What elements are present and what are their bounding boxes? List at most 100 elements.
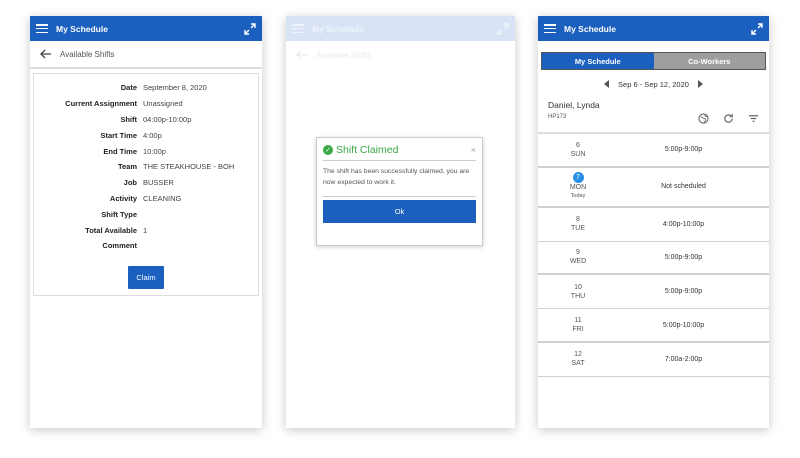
close-icon[interactable]: × <box>471 145 476 155</box>
ok-button[interactable]: Ok <box>323 200 476 223</box>
detail-row: Total Available 1 <box>34 222 258 238</box>
app-title: My Schedule <box>312 23 364 34</box>
globe-icon[interactable] <box>698 112 709 124</box>
day-number: 11 <box>574 317 582 325</box>
employee-header: Daniel, Lynda HP173 <box>538 98 769 134</box>
detail-label: Activity <box>109 193 137 203</box>
day-number: 10 <box>574 283 582 291</box>
app-bar: My Schedule <box>538 16 769 41</box>
menu-icon[interactable] <box>544 24 556 33</box>
detail-row: Start Time 4:00p <box>34 127 258 143</box>
detail-label: Job <box>123 178 137 188</box>
app-bar: My Schedule <box>286 16 515 41</box>
detail-value: THE STEAKHOUSE - BOH <box>143 162 235 172</box>
detail-row: End Time 10:00p <box>34 143 258 159</box>
tab-co-workers[interactable]: Co-Workers <box>653 53 765 69</box>
detail-row: Job BUSSER <box>34 175 258 191</box>
day-name: SUN <box>570 150 586 158</box>
expand-icon <box>497 22 509 35</box>
expand-icon[interactable] <box>751 22 763 35</box>
detail-row: Shift Type <box>34 206 258 222</box>
back-arrow-icon[interactable] <box>40 49 52 59</box>
day-number: 6 <box>576 141 580 149</box>
detail-label: Date <box>120 83 137 93</box>
detail-row: Date September 8, 2020 <box>34 80 258 96</box>
detail-value: 4:00p <box>143 130 162 140</box>
detail-row: Shift 04:00p-10:00p <box>34 112 258 128</box>
tab-my-schedule[interactable]: My Schedule <box>542 53 654 69</box>
day-name: FRI <box>572 326 584 334</box>
refresh-icon[interactable] <box>723 113 734 124</box>
detail-label: Comment <box>102 241 137 251</box>
available-shifts-screen: My Schedule Available Shifts Date Septemb… <box>30 16 262 428</box>
day-row[interactable]: 6 SUN 5:00p-9:00p <box>538 134 769 168</box>
shift-claimed-screen: My Schedule Available Shifts ✓ Shift Cla… <box>286 16 515 428</box>
page-title: Available Shifts <box>60 49 115 59</box>
sub-header: Available Shifts <box>286 41 515 69</box>
dialog-message: The shift has been successfully claimed,… <box>323 161 476 197</box>
detail-label: Current Assignment <box>65 99 137 109</box>
detail-value: BUSSER <box>143 178 174 188</box>
detail-row: Current Assignment Unassigned <box>34 96 258 112</box>
week-navigator: Sep 6 - Sep 12, 2020 <box>538 70 769 98</box>
employee-name: Daniel, Lynda <box>548 100 600 110</box>
employee-id: HP173 <box>548 114 567 120</box>
day-row[interactable]: 12 SAT 7:00a-2:00p <box>538 343 769 377</box>
detail-row: Team THE STEAKHOUSE - BOH <box>34 159 258 175</box>
detail-label: Start Time <box>100 130 137 140</box>
day-name: WED <box>569 258 587 266</box>
menu-icon <box>292 24 304 33</box>
dialog-header: ✓ Shift Claimed × <box>323 144 476 161</box>
day-shift: 5:00p-9:00p <box>664 288 703 296</box>
detail-label: Team <box>117 162 137 172</box>
day-row[interactable]: 10 THU 5:00p-9:00p <box>538 275 769 310</box>
my-schedule-screen: My Schedule My Schedule Co-Workers Sep 6… <box>538 16 769 428</box>
day-shift: 5:00p-10:00p <box>662 321 705 329</box>
app-title: My Schedule <box>56 23 108 34</box>
detail-value: 10:00p <box>143 146 166 156</box>
app-title: My Schedule <box>564 23 616 34</box>
day-shift: Not scheduled <box>661 183 706 191</box>
day-shift: 5:00p-9:00p <box>664 253 703 261</box>
detail-label: End Time <box>103 146 137 156</box>
prev-week-icon[interactable] <box>604 80 610 88</box>
day-row[interactable]: 9 WED 5:00p-9:00p <box>538 242 769 276</box>
sub-header: Available Shifts <box>30 41 262 69</box>
day-row[interactable]: 8 TUE 4:00p-10:00p <box>538 208 769 242</box>
detail-row: Activity CLEANING <box>34 191 258 207</box>
day-name: TUE <box>571 225 585 233</box>
day-row[interactable]: 7 MON Today Not scheduled <box>538 168 769 208</box>
back-arrow-icon <box>296 50 307 60</box>
day-name: MON <box>569 184 587 192</box>
shift-details-card: Date September 8, 2020 Current Assignment… <box>33 73 259 296</box>
dialog-title: Shift Claimed <box>336 144 399 156</box>
app-bar: My Schedule <box>30 16 262 41</box>
detail-value: Unassigned <box>143 99 183 109</box>
day-shift: 4:00p-10:00p <box>662 220 705 228</box>
detail-value: September 8, 2020 <box>143 83 207 93</box>
day-name: SAT <box>571 360 585 368</box>
filter-icon[interactable] <box>748 113 759 124</box>
claim-button[interactable]: Claim <box>128 265 164 289</box>
detail-label: Shift Type <box>101 209 137 219</box>
day-shift: 7:00a-2:00p <box>664 355 703 363</box>
day-number: 8 <box>576 216 580 224</box>
day-name: THU <box>570 292 586 300</box>
next-week-icon[interactable] <box>697 80 703 88</box>
check-circle-icon: ✓ <box>323 145 333 155</box>
detail-value: 04:00p-10:00p <box>143 114 192 124</box>
day-number: 12 <box>574 351 582 359</box>
shift-claimed-dialog: ✓ Shift Claimed × The shift has been suc… <box>316 137 483 246</box>
page-title: Available Shifts <box>316 50 371 60</box>
today-marker: 7 <box>572 172 584 184</box>
detail-value: CLEANING <box>143 193 182 203</box>
today-label: Today <box>570 193 586 200</box>
schedule-tabs: My Schedule Co-Workers <box>541 52 766 70</box>
week-range: Sep 6 - Sep 12, 2020 <box>618 79 689 89</box>
day-row[interactable]: 11 FRI 5:00p-10:00p <box>538 309 769 343</box>
day-shift: 5:00p-9:00p <box>664 146 703 154</box>
menu-icon[interactable] <box>36 24 48 33</box>
detail-row: Comment <box>34 238 258 254</box>
expand-icon[interactable] <box>244 22 256 35</box>
detail-value: 1 <box>143 225 148 235</box>
